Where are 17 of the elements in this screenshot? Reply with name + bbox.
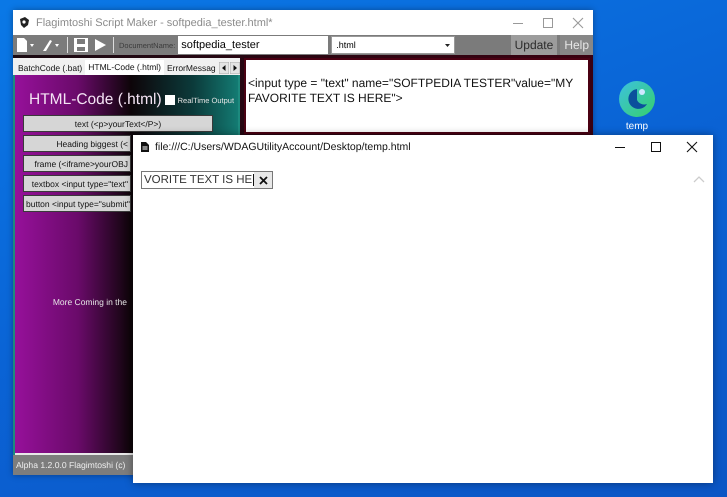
panel-note: More Coming in the [52, 297, 128, 307]
icon-label[interactable]: temp [626, 121, 648, 132]
toolbar-button[interactable]: Update [510, 35, 558, 55]
snippet-button[interactable]: button <input type="submit" [23, 195, 131, 212]
tab[interactable]: HTML-Code (.html) [85, 60, 164, 75]
panel-heading: HTML-Code (.html) [29, 91, 162, 109]
snippet-button[interactable]: Heading biggest (< [23, 135, 131, 152]
code-text-area[interactable]: <input type = "text" name="SOFTPEDIA TESTER"value="MY FAVORITE TEXT IS HERE"> [244, 58, 590, 134]
window-title: file:///C:/Users/WDAGUtilityAccount/Desktop/temp.html [155, 140, 412, 152]
text-field[interactable]: VORITE TEXT IS HE [141, 171, 274, 189]
snippet-button[interactable]: textbox <input type="text" [23, 175, 131, 192]
extension-dropdown[interactable]: .html [331, 36, 456, 54]
snippet-button[interactable]: frame (<iframe>yourOBJ [23, 155, 131, 172]
status-text: Alpha 1.2.0.0 Flagimtoshi (c) [15, 460, 126, 470]
window-title: Flagimtoshi Script Maker - softpedia_tester.html* [36, 16, 274, 28]
document-name-field[interactable]: softpedia_tester [178, 36, 328, 54]
snippet-button[interactable]: text (<p>yourText</P>) [23, 115, 213, 132]
